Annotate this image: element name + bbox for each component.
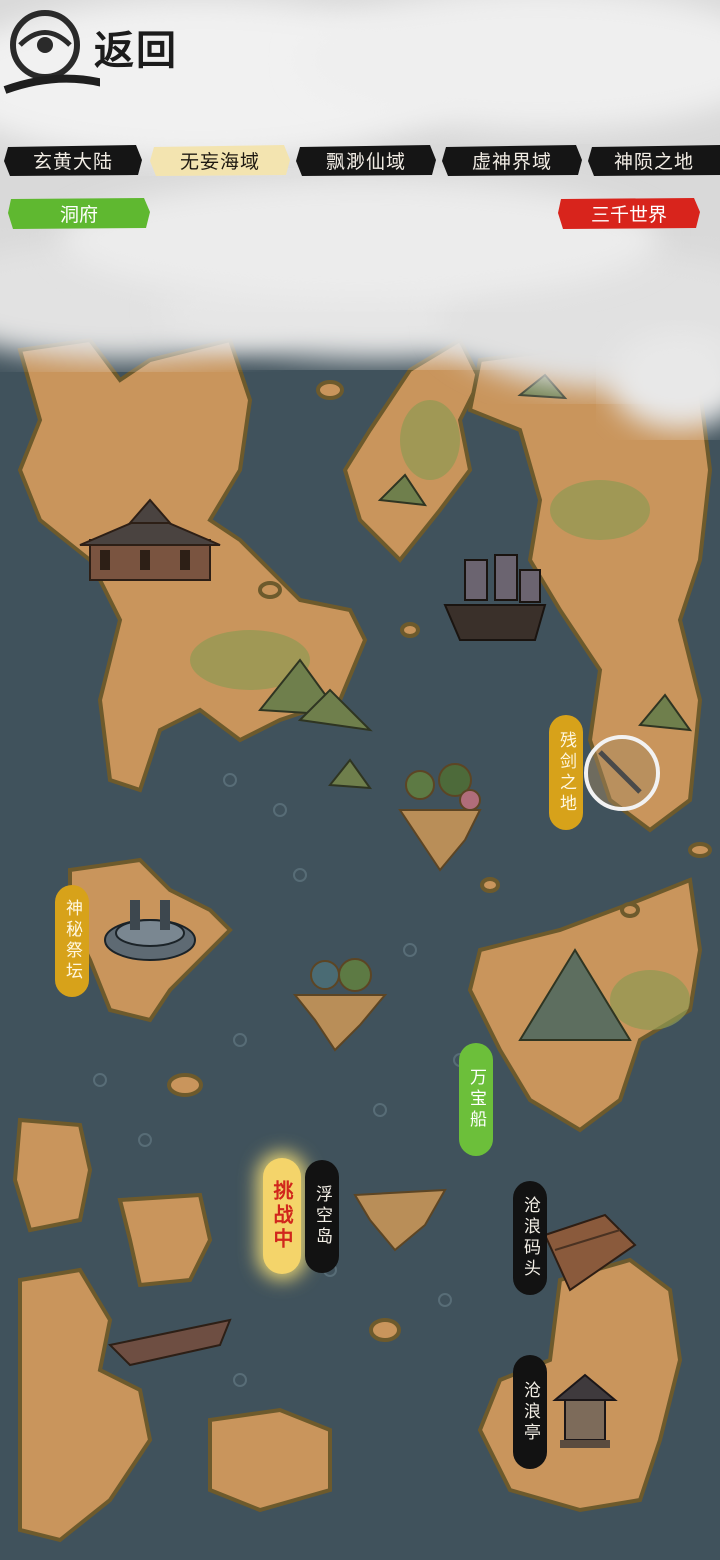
tab-piaomiao[interactable]: 飘渺仙域 xyxy=(296,143,436,177)
location-mystic-altar[interactable]: 神秘祭坛 xyxy=(55,885,89,997)
location-label: 神秘祭坛 xyxy=(62,899,82,983)
location-label: 残剑之地 xyxy=(556,730,576,815)
broken-sword-marker-icon xyxy=(584,735,660,811)
location-floating-island[interactable]: 浮空岛 xyxy=(305,1160,339,1273)
challenge-label: 挑战中 xyxy=(270,1180,294,1252)
three-thousand-worlds-button[interactable]: 三千世界 xyxy=(558,196,700,230)
tab-label: 虚神界域 xyxy=(471,150,552,173)
tab-shenyun[interactable]: 神陨之地 xyxy=(588,143,720,177)
location-treasure-ship[interactable]: 万宝船 xyxy=(459,1043,493,1156)
tab-wuwang[interactable]: 无妄海域 xyxy=(150,143,290,177)
cave-button[interactable]: 洞府 xyxy=(8,196,150,230)
challenge-status[interactable]: 挑战中 xyxy=(263,1158,301,1274)
ink-swirl-icon xyxy=(3,10,100,94)
world-map xyxy=(0,0,720,1560)
back-button[interactable]: 返回 xyxy=(0,0,190,110)
tab-label: 飘渺仙域 xyxy=(325,150,406,173)
location-canglang-dock[interactable]: 沧浪码头 xyxy=(513,1181,547,1295)
cave-label: 洞府 xyxy=(59,203,98,226)
location-label: 沧浪码头 xyxy=(520,1196,540,1280)
location-label: 浮空岛 xyxy=(312,1185,332,1248)
location-broken-sword[interactable]: 残剑之地 xyxy=(549,715,583,830)
back-label: 返回 xyxy=(94,27,178,74)
tab-xuanhuang[interactable]: 玄黄大陆 xyxy=(4,143,142,177)
tab-label: 无妄海域 xyxy=(179,150,260,173)
location-label: 沧浪亭 xyxy=(520,1380,540,1444)
three-thousand-worlds-label: 三千世界 xyxy=(590,203,667,226)
location-label: 万宝船 xyxy=(466,1068,486,1131)
location-canglang-pavilion[interactable]: 沧浪亭 xyxy=(513,1355,547,1469)
tab-label: 玄黄大陆 xyxy=(32,150,113,173)
tab-xushen[interactable]: 虚神界域 xyxy=(442,143,582,177)
tab-label: 神陨之地 xyxy=(613,150,694,173)
